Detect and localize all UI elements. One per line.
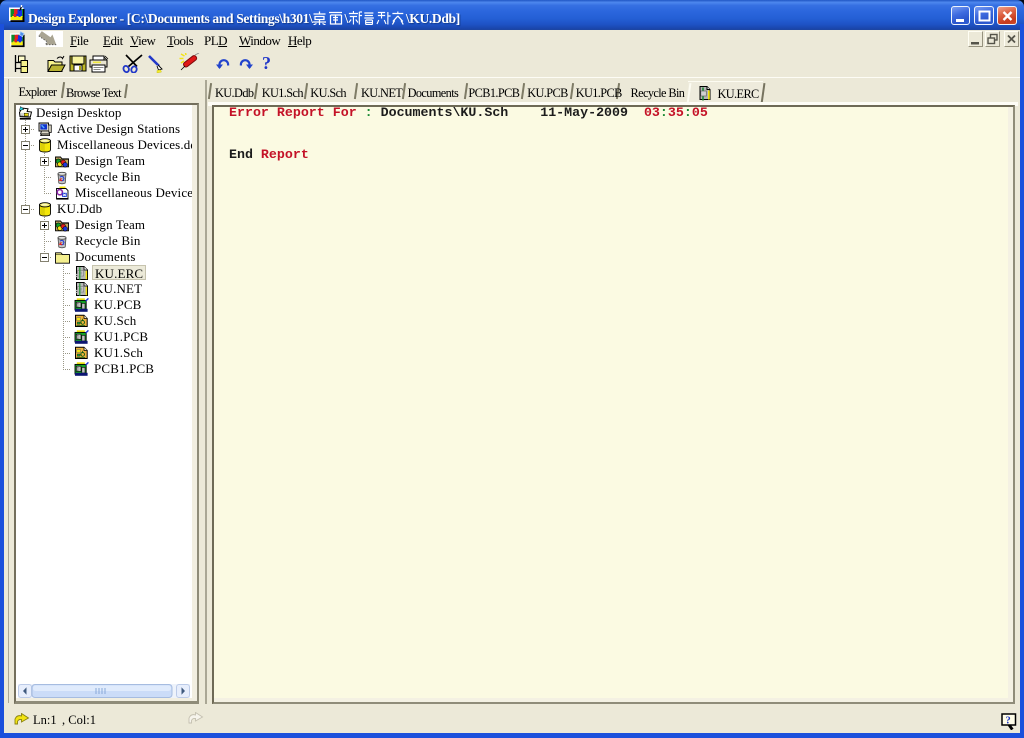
svg-text:?: ? bbox=[1006, 716, 1011, 727]
